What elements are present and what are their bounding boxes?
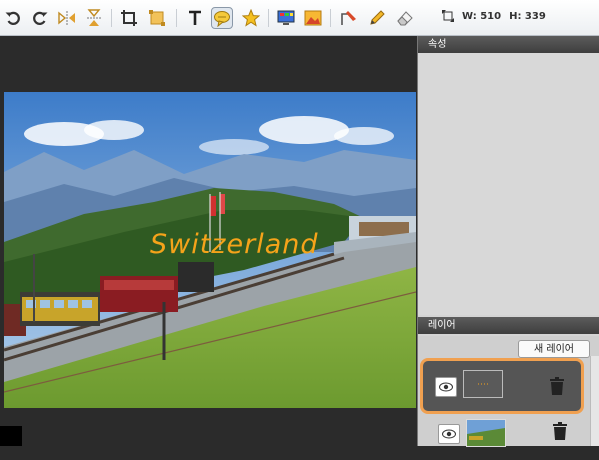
canvas-dimensions: W: 510 H: 339 (442, 10, 546, 22)
width-label: W: 510 (462, 10, 502, 22)
layers-header: 레이어 (418, 317, 599, 334)
speech-bubble-icon[interactable] (211, 7, 233, 29)
redo-icon[interactable] (29, 7, 51, 29)
undo-icon[interactable] (2, 7, 24, 29)
resize-icon[interactable] (146, 7, 168, 29)
eraser-icon[interactable] (394, 7, 416, 29)
toolbar-separator (330, 9, 331, 27)
toolbar: W: 510 H: 339 (0, 0, 599, 36)
layer-item-text[interactable] (420, 358, 584, 414)
filter-icon[interactable] (275, 7, 297, 29)
brush-icon[interactable] (338, 7, 360, 29)
flip-horizontal-icon[interactable] (56, 7, 78, 29)
star-icon[interactable] (240, 7, 262, 29)
new-layer-button[interactable]: 새 레이어 (518, 340, 590, 358)
toolbar-separator (111, 9, 112, 27)
toolbar-separator (176, 9, 177, 27)
resize-canvas-icon[interactable] (442, 10, 454, 22)
height-label: H: 339 (509, 10, 546, 22)
crop-icon[interactable] (118, 7, 140, 29)
text-overlay-switzerland[interactable]: Switzerland (150, 229, 319, 260)
canvas-corner (0, 426, 22, 446)
trash-icon[interactable] (549, 377, 565, 395)
side-panel: 속성 레이어 새 레이어 (417, 36, 599, 447)
layer-thumbnail (463, 370, 503, 398)
toolbar-separator (268, 9, 269, 27)
trash-icon[interactable] (552, 422, 568, 440)
layers-scrollbar[interactable] (590, 356, 599, 446)
image-effect-icon[interactable] (302, 7, 324, 29)
text-icon[interactable] (184, 7, 206, 29)
eye-icon[interactable] (438, 424, 460, 444)
pencil-icon[interactable] (366, 7, 388, 29)
flip-vertical-icon[interactable] (83, 7, 105, 29)
properties-header: 속성 (418, 36, 599, 53)
layer-item-image[interactable] (424, 416, 584, 460)
eye-icon[interactable] (435, 377, 457, 397)
properties-body (418, 53, 599, 315)
layer-thumbnail (466, 419, 506, 447)
